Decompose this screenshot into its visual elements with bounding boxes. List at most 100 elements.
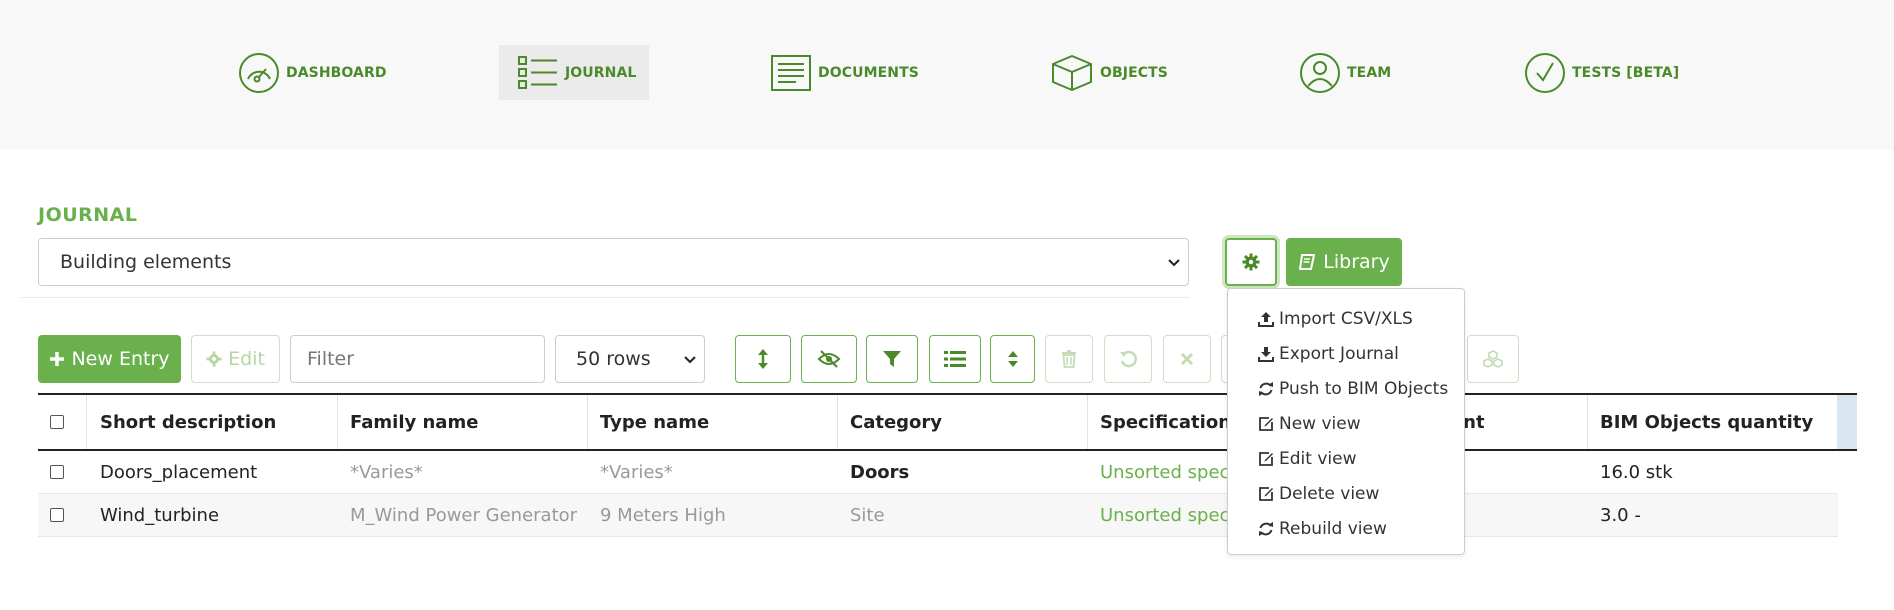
nav-label: DOCUMENTS <box>818 64 919 81</box>
column-divider <box>837 395 838 449</box>
checklist-icon <box>518 55 557 89</box>
menu-item-new-view[interactable]: New view <box>1258 410 1361 438</box>
column-header-category[interactable]: Category <box>850 395 1080 449</box>
download-icon <box>1258 347 1274 362</box>
row-height-button[interactable] <box>735 335 791 383</box>
nav-item-dashboard[interactable]: DASHBOARD <box>220 45 405 100</box>
nav-label: JOURNAL <box>565 64 637 81</box>
column-divider <box>337 395 338 449</box>
column-header-family-name[interactable]: Family name <box>350 395 580 449</box>
menu-item-edit-view[interactable]: Edit view <box>1258 445 1356 473</box>
sort-icon <box>1007 351 1018 367</box>
undo-icon <box>1120 350 1137 368</box>
menu-item-label: Delete view <box>1279 484 1380 504</box>
undo-button[interactable] <box>1104 335 1152 383</box>
settings-dropdown-menu: Import CSV/XLS Export Journal Push to BI… <box>1227 288 1465 555</box>
filter-button[interactable] <box>866 335 918 383</box>
cube-icon <box>1052 54 1092 91</box>
column-header-bim-objects-quantity[interactable]: BIM Objects quantity <box>1600 395 1830 449</box>
menu-item-import-csv[interactable]: Import CSV/XLS <box>1258 305 1413 333</box>
clear-button[interactable] <box>1163 335 1211 383</box>
menu-item-delete-view[interactable]: Delete view <box>1258 480 1379 508</box>
sort-button[interactable] <box>990 335 1035 383</box>
filter-icon <box>883 351 901 367</box>
list-view-button[interactable] <box>929 335 981 383</box>
table-row[interactable]: Wind_turbine M_Wind Power Generator 9 Me… <box>38 494 1838 537</box>
trash-icon <box>1062 350 1076 368</box>
column-header-type-name[interactable]: Type name <box>600 395 830 449</box>
new-entry-label: New Entry <box>71 348 170 370</box>
hide-columns-button[interactable] <box>801 335 857 383</box>
cell-bim-objects-quantity: 3.0 - <box>1600 504 1641 526</box>
row-select-cell <box>50 451 70 493</box>
edit-icon <box>1259 452 1273 466</box>
edit-icon <box>1259 487 1273 501</box>
new-entry-button[interactable]: New Entry <box>38 335 181 383</box>
journal-view-select[interactable]: Building elements <box>38 238 1189 286</box>
gear-icon <box>206 351 222 367</box>
cell-family-name: M_Wind Power Generator <box>350 504 578 526</box>
delete-button[interactable] <box>1045 335 1093 383</box>
refresh-icon <box>1259 522 1273 536</box>
nav-label: TEAM <box>1347 64 1392 81</box>
menu-item-label: New view <box>1279 414 1361 434</box>
edit-label: Edit <box>228 348 265 370</box>
page-title: JOURNAL <box>38 204 138 226</box>
expand-vertical-icon <box>758 349 768 369</box>
edit-button[interactable]: Edit <box>191 335 280 383</box>
table-header: Short description Family name Type name … <box>38 393 1857 451</box>
menu-item-label: Rebuild view <box>1279 519 1387 539</box>
library-label: Library <box>1323 251 1390 273</box>
rows-per-page-select[interactable]: 50 rows <box>555 335 705 383</box>
select-all-checkbox[interactable] <box>50 415 64 429</box>
check-circle-icon <box>1525 52 1565 93</box>
column-divider <box>1587 395 1588 449</box>
chevron-down-icon <box>684 356 696 364</box>
cell-type-name: *Varies* <box>600 461 673 483</box>
library-button[interactable]: Library <box>1286 238 1402 286</box>
cell-short-description: Wind_turbine <box>100 504 220 526</box>
cubes-icon <box>1483 350 1503 368</box>
header-scrollbar-strip <box>1837 395 1857 449</box>
nav-label: OBJECTS <box>1100 64 1168 81</box>
nav-item-journal[interactable]: JOURNAL <box>499 45 649 100</box>
column-divider <box>1087 395 1088 449</box>
journal-view-value: Building elements <box>60 251 232 273</box>
menu-item-export-journal[interactable]: Export Journal <box>1258 340 1399 368</box>
menu-item-label: Edit view <box>1279 449 1357 469</box>
table-row[interactable]: Doors_placement *Varies* *Varies* Doors … <box>38 451 1838 494</box>
cell-category: Doors <box>850 461 910 483</box>
menu-item-push-to-bim[interactable]: Push to BIM Objects <box>1258 375 1448 403</box>
nav-item-tests[interactable]: TESTS [BETA] <box>1506 45 1697 100</box>
column-divider <box>587 395 588 449</box>
cell-family-name: *Varies* <box>350 461 423 483</box>
filter-input[interactable]: Filter <box>290 335 545 383</box>
edit-icon <box>1259 417 1273 431</box>
menu-item-label: Import CSV/XLS <box>1279 309 1413 329</box>
user-icon <box>1300 52 1340 93</box>
chevron-down-icon <box>1168 259 1180 267</box>
cell-category: Site <box>850 504 885 526</box>
settings-button[interactable] <box>1225 238 1277 286</box>
filter-placeholder: Filter <box>307 348 355 370</box>
cell-short-description: Doors_placement <box>100 461 258 483</box>
cell-bim-objects-quantity: 16.0 stk <box>1600 461 1673 483</box>
nav-item-team[interactable]: TEAM <box>1281 45 1409 100</box>
row-select-cell <box>50 494 70 536</box>
nav-label: DASHBOARD <box>286 64 387 81</box>
column-header-short-description[interactable]: Short description <box>100 395 330 449</box>
list-icon <box>944 351 966 367</box>
menu-item-label: Push to BIM Objects <box>1279 379 1449 399</box>
bim-objects-button[interactable] <box>1467 335 1519 383</box>
speedometer-icon <box>239 52 279 93</box>
nav-item-objects[interactable]: OBJECTS <box>1032 45 1186 100</box>
divider <box>20 297 1190 298</box>
book-icon <box>1299 254 1316 270</box>
row-checkbox[interactable] <box>50 508 64 522</box>
menu-item-rebuild-view[interactable]: Rebuild view <box>1258 515 1387 543</box>
row-checkbox[interactable] <box>50 465 64 479</box>
select-all-cell <box>50 395 70 449</box>
nav-item-documents[interactable]: DOCUMENTS <box>752 45 937 100</box>
document-icon <box>771 54 811 91</box>
top-navigation: DASHBOARD JOURNAL DOCUMENTS OBJECTS TEAM… <box>0 0 1894 150</box>
